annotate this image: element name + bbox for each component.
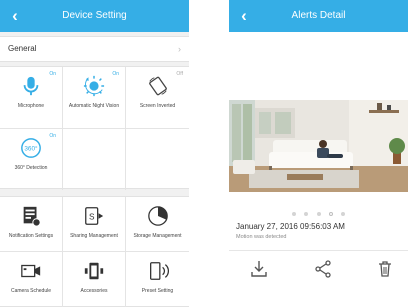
pager-dot[interactable] — [304, 211, 309, 216]
camera-schedule-icon — [20, 260, 42, 282]
camera-schedule-label: Camera Schedule — [10, 288, 52, 294]
microphone-setting[interactable]: On Microphone — [0, 67, 63, 129]
detection-360-icon-text: 360° — [24, 144, 38, 152]
microphone-icon — [20, 75, 42, 97]
page-title: Device Setting — [62, 10, 127, 21]
screen-inverted-label: Screen Inverted — [139, 103, 176, 109]
device-setting-screen: ‹ Device Setting General › On Microphone… — [0, 0, 189, 307]
preset-setting[interactable]: Preset Setting — [126, 252, 189, 307]
accessories-label: Accessories — [80, 288, 108, 294]
empty-cell — [126, 129, 189, 190]
alerts-detail-screen: ‹ Alerts Detail January 27, 2016 09:56:0… — [229, 0, 408, 307]
detection-360-label: 360° Detection — [14, 165, 48, 171]
sharing-management[interactable]: S Sharing Management — [63, 197, 126, 252]
settings-group-1: On Microphone On Automatic Night Vision … — [0, 66, 189, 190]
screen-inverted-setting[interactable]: Off Screen Inverted — [126, 67, 189, 129]
sharing-management-label: Sharing Management — [70, 233, 118, 239]
share-button[interactable] — [313, 259, 333, 279]
sharing-icon: S — [83, 205, 105, 227]
general-row[interactable]: General › — [0, 36, 189, 62]
microphone-label: Microphone — [17, 103, 45, 109]
alert-message: Motion was detected — [236, 234, 287, 240]
preset-setting-label: Preset Setting — [141, 288, 174, 294]
alerts-detail-navbar: ‹ Alerts Detail — [229, 0, 408, 32]
status-badge: On — [49, 133, 56, 139]
general-label: General — [8, 44, 37, 53]
chevron-right-icon: › — [178, 44, 181, 54]
screen-rotate-icon — [147, 75, 169, 97]
share-icon — [315, 260, 331, 278]
night-vision-label: Automatic Night Vision — [68, 103, 120, 109]
alert-toolbar — [229, 250, 408, 307]
detection-360-icon: 360° — [20, 137, 42, 159]
pager-dot[interactable] — [291, 211, 296, 216]
status-badge: On — [49, 71, 56, 77]
page-title: Alerts Detail — [291, 10, 346, 21]
carousel-pager[interactable] — [229, 205, 408, 216]
download-icon — [251, 261, 267, 277]
alert-snapshot-image[interactable] — [229, 100, 408, 192]
pager-dot[interactable] — [341, 211, 346, 216]
trash-icon — [379, 261, 391, 277]
preset-icon — [147, 260, 169, 282]
notification-settings-icon — [20, 205, 42, 227]
sharing-icon-text: S — [89, 213, 95, 222]
alert-timestamp: January 27, 2016 09:56:03 AM — [236, 222, 345, 231]
pager-dot[interactable] — [316, 211, 321, 216]
accessories[interactable]: Accessories — [63, 252, 126, 307]
settings-group-2: Notification Settings S Sharing Manageme… — [0, 196, 189, 307]
device-setting-navbar: ‹ Device Setting — [0, 0, 189, 32]
camera-schedule[interactable]: Camera Schedule — [0, 252, 63, 307]
accessories-icon — [83, 260, 105, 282]
pie-chart-icon — [147, 205, 169, 227]
night-vision-icon — [83, 75, 105, 97]
pager-dot-active[interactable] — [328, 211, 333, 216]
notification-settings[interactable]: Notification Settings — [0, 197, 63, 252]
status-badge: Off — [176, 71, 183, 77]
empty-cell — [63, 129, 126, 190]
night-vision-setting[interactable]: On Automatic Night Vision — [63, 67, 126, 129]
storage-management-label: Storage Management — [133, 233, 182, 239]
storage-management[interactable]: Storage Management — [126, 197, 189, 252]
notification-settings-label: Notification Settings — [8, 233, 54, 239]
download-button[interactable] — [249, 259, 269, 279]
detection-360-setting[interactable]: On 360° 360° Detection — [0, 129, 63, 190]
delete-button[interactable] — [375, 259, 395, 279]
status-badge: On — [112, 71, 119, 77]
